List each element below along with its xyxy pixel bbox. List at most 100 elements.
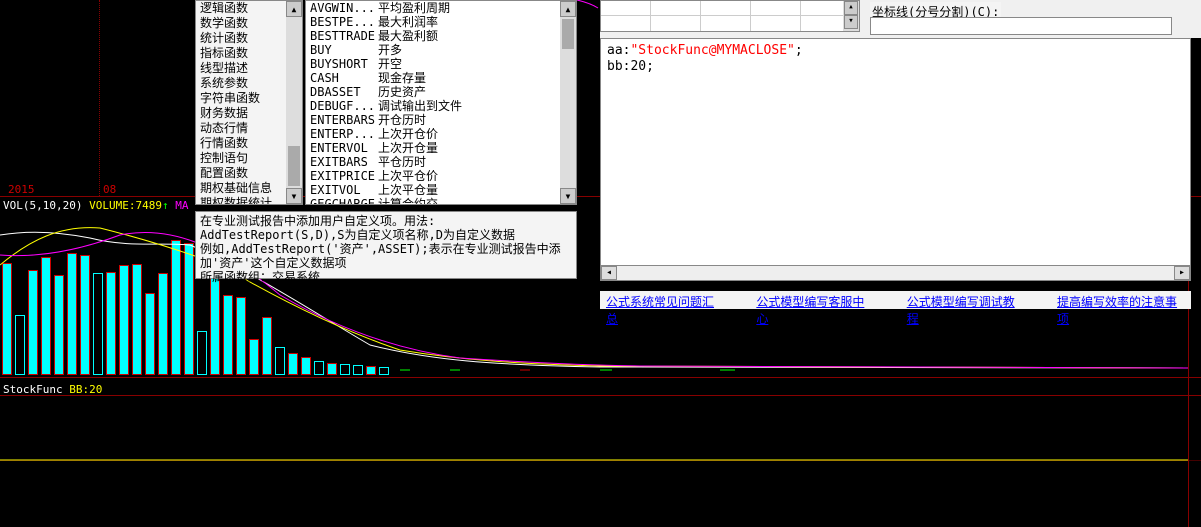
link-tips[interactable]: 提高编写效率的注意事项 bbox=[1057, 293, 1185, 307]
scroll-up-icon[interactable]: ▴ bbox=[286, 1, 302, 17]
scroll-up-icon[interactable]: ▴ bbox=[844, 1, 858, 15]
volume-bar bbox=[28, 270, 38, 375]
function-item[interactable]: DBASSET历史资产 bbox=[306, 85, 576, 99]
vol-prefix: VOL(5,10,20) bbox=[3, 199, 89, 212]
function-name: AVGWIN... bbox=[310, 1, 378, 15]
scroll-thumb[interactable] bbox=[288, 146, 300, 186]
desc-line: 所属函数组：交易系统 bbox=[200, 270, 572, 284]
hgrid bbox=[0, 460, 1201, 461]
function-name: ENTERBARS bbox=[310, 113, 378, 127]
volume-bar bbox=[262, 317, 272, 375]
function-item[interactable]: AVGWIN...平均盈利周期 bbox=[306, 1, 576, 15]
vgrid-dot bbox=[99, 0, 100, 196]
scroll-down-icon[interactable]: ▾ bbox=[560, 188, 576, 204]
volume-bar bbox=[249, 339, 259, 375]
volume-bar bbox=[340, 364, 350, 375]
function-list[interactable]: AVGWIN...平均盈利周期BESTPE...最大利润率BESTTRADE最大… bbox=[305, 0, 577, 205]
function-desc: 历史资产 bbox=[378, 85, 426, 99]
function-item[interactable]: ENTERBARS开仓历时 bbox=[306, 113, 576, 127]
function-item[interactable]: GEGCHARGE计算合约交... bbox=[306, 197, 576, 205]
scrollbar[interactable]: ▴ ▾ bbox=[286, 1, 302, 204]
stockfunc-header: StockFunc BB:20 bbox=[3, 383, 102, 396]
code-hscrollbar[interactable]: ◂ ▸ bbox=[600, 265, 1191, 281]
function-name: BUY bbox=[310, 43, 378, 57]
function-item[interactable]: DEBUGF...调试输出到文件 bbox=[306, 99, 576, 113]
axis-year: 2015 bbox=[8, 183, 35, 196]
param-grid[interactable]: ▴ ▾ bbox=[600, 0, 860, 32]
function-name: CASH bbox=[310, 71, 378, 85]
function-name: EXITPRICE bbox=[310, 169, 378, 183]
function-item[interactable]: BESTPE...最大利润率 bbox=[306, 15, 576, 29]
volume-bar bbox=[158, 273, 168, 375]
function-item[interactable]: CASH现金存量 bbox=[306, 71, 576, 85]
function-item[interactable]: BUY开多 bbox=[306, 43, 576, 57]
help-links-bar: 公式系统常见问题汇总 公式模型编写客服中心 公式模型编写调试教程 提高编写效率的… bbox=[600, 291, 1191, 309]
function-item[interactable]: EXITBARS平仓历时 bbox=[306, 155, 576, 169]
scroll-right-icon[interactable]: ▸ bbox=[1174, 266, 1190, 280]
desc-line: 例如,AddTestReport('资产',ASSET);表示在专业测试报告中添… bbox=[200, 242, 572, 270]
volume-bar bbox=[184, 243, 194, 375]
volume-bar bbox=[301, 357, 311, 375]
stockfunc-bb: BB:20 bbox=[69, 383, 102, 396]
function-name: ENTERVOL bbox=[310, 141, 378, 155]
function-name: DBASSET bbox=[310, 85, 378, 99]
function-item[interactable]: BESTTRADE最大盈利额 bbox=[306, 29, 576, 43]
grid-vscroll[interactable]: ▴ ▾ bbox=[843, 1, 859, 31]
volume-bar bbox=[275, 347, 285, 375]
volume-bar bbox=[80, 255, 90, 375]
volume-bar bbox=[379, 367, 389, 375]
vol-header: VOL(5,10,20) VOLUME:7489↑ MA bbox=[3, 199, 188, 212]
volume-bar bbox=[288, 353, 298, 375]
function-name: EXITBARS bbox=[310, 155, 378, 169]
link-faq[interactable]: 公式系统常见问题汇总 bbox=[606, 293, 722, 307]
scroll-up-icon[interactable]: ▴ bbox=[560, 1, 576, 17]
scroll-thumb[interactable] bbox=[562, 19, 574, 49]
volume-bar bbox=[366, 366, 376, 375]
scroll-down-icon[interactable]: ▾ bbox=[286, 188, 302, 204]
volume-bar bbox=[54, 275, 64, 375]
function-desc: 上次平仓价 bbox=[378, 169, 438, 183]
function-name: BUYSHORT bbox=[310, 57, 378, 71]
axis-month: 08 bbox=[103, 183, 116, 196]
code-line: aa:"StockFunc@MYMACLOSE"; bbox=[607, 43, 1184, 59]
vol-ma: MA bbox=[169, 199, 189, 212]
hgrid bbox=[0, 395, 1201, 396]
function-desc: 现金存量 bbox=[378, 71, 426, 85]
coord-field-input[interactable] bbox=[870, 17, 1172, 35]
function-desc: 平均盈利周期 bbox=[378, 1, 450, 15]
scrollbar[interactable]: ▴ ▾ bbox=[560, 1, 576, 204]
volume-bar bbox=[171, 240, 181, 375]
function-name: BESTPE... bbox=[310, 15, 378, 29]
volume-bar bbox=[197, 331, 207, 375]
volume-bar bbox=[132, 264, 142, 375]
function-item[interactable]: ENTERP...上次开仓价 bbox=[306, 127, 576, 141]
function-description: 在专业测试报告中添加用户自定义项。用法: AddTestReport(S,D),… bbox=[195, 211, 577, 279]
volume-bar bbox=[223, 295, 233, 375]
volume-bar bbox=[2, 263, 12, 375]
function-name: ENTERP... bbox=[310, 127, 378, 141]
function-item[interactable]: EXITPRICE上次平仓价 bbox=[306, 169, 576, 183]
stockfunc-name: StockFunc bbox=[3, 383, 69, 396]
volume-bar bbox=[353, 365, 363, 375]
function-item[interactable]: ENTERVOL上次开仓量 bbox=[306, 141, 576, 155]
volume-bar bbox=[15, 315, 25, 375]
function-item[interactable]: EXITVOL上次平仓量 bbox=[306, 183, 576, 197]
function-name: GEGCHARGE bbox=[310, 197, 378, 205]
scroll-left-icon[interactable]: ◂ bbox=[601, 266, 617, 280]
function-item[interactable]: BUYSHORT开空 bbox=[306, 57, 576, 71]
link-tutorial[interactable]: 公式模型编写调试教程 bbox=[907, 293, 1023, 307]
desc-line: 在专业测试报告中添加用户自定义项。用法: bbox=[200, 214, 572, 228]
function-desc: 开仓历时 bbox=[378, 113, 426, 127]
volume-bar bbox=[210, 277, 220, 375]
volume-bar bbox=[236, 297, 246, 375]
scroll-down-icon[interactable]: ▾ bbox=[844, 15, 858, 29]
function-desc: 调试输出到文件 bbox=[378, 99, 462, 113]
link-support[interactable]: 公式模型编写客服中心 bbox=[756, 293, 872, 307]
function-category-list[interactable]: 逻辑函数数学函数统计函数指标函数线型描述系统参数字符串函数财务数据动态行情行情函… bbox=[195, 0, 303, 205]
volume-bar bbox=[119, 265, 129, 375]
formula-code-editor[interactable]: aa:"StockFunc@MYMACLOSE"; bb:20; bbox=[600, 38, 1191, 281]
function-desc: 平仓历时 bbox=[378, 155, 426, 169]
volume-bar bbox=[93, 273, 103, 375]
vol-value: VOLUME:7489 bbox=[89, 199, 162, 212]
desc-line: AddTestReport(S,D),S为自定义项名称,D为自定义数据 bbox=[200, 228, 572, 242]
